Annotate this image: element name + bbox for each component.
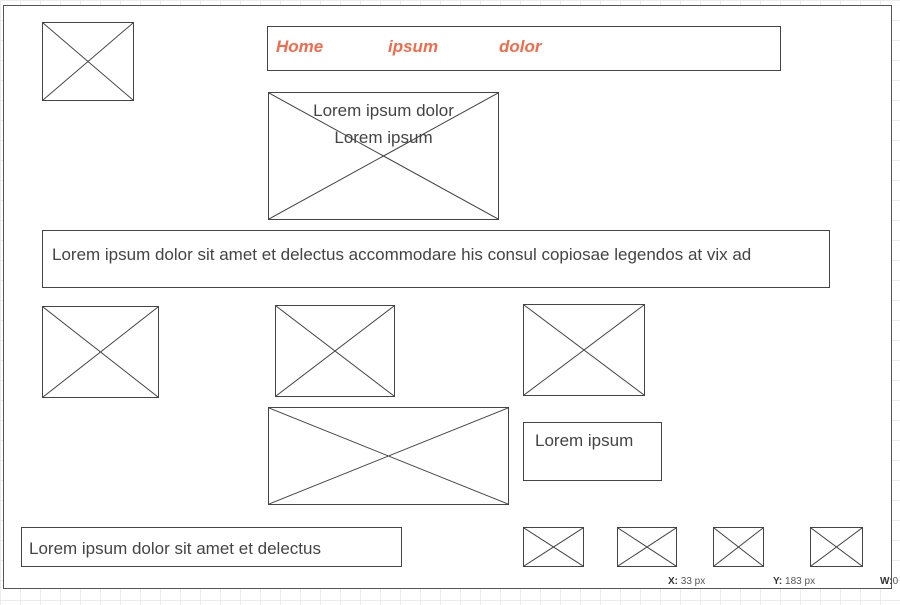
footer-image-3[interactable] xyxy=(713,527,764,567)
status-x-label: X: xyxy=(668,576,678,587)
status-y-value: 183 px xyxy=(785,576,816,587)
image-placeholder-icon xyxy=(524,528,583,566)
banner-text-box[interactable]: Lorem ipsum dolor sit amet et delectus a… xyxy=(42,230,830,288)
logo-image-placeholder[interactable] xyxy=(42,22,134,101)
status-y-readout: Y: 183 px xyxy=(773,576,815,587)
image-placeholder-icon xyxy=(43,23,133,100)
banner-text: Lorem ipsum dolor sit amet et delectus a… xyxy=(52,245,752,264)
image-placeholder-icon xyxy=(618,528,676,566)
hero-caption-line-2: Lorem ipsum xyxy=(334,128,433,147)
image-placeholder-icon xyxy=(276,306,394,396)
navigation-bar: Home ipsum dolor xyxy=(267,26,781,71)
gallery-image-1[interactable] xyxy=(42,306,159,398)
status-y-label: Y: xyxy=(773,576,783,587)
image-placeholder-icon xyxy=(269,408,508,504)
status-x-value: 33 px xyxy=(680,576,706,587)
footer-text-box[interactable]: Lorem ipsum dolor sit amet et delectus xyxy=(21,527,402,567)
status-w-value: 0 xyxy=(892,576,899,587)
footer-text: Lorem ipsum dolor sit amet et delectus xyxy=(29,539,321,558)
image-placeholder-icon xyxy=(714,528,763,566)
nav-item-home[interactable]: Home xyxy=(276,37,323,57)
image-placeholder-icon xyxy=(43,307,158,397)
status-w-readout: W:0 xyxy=(880,576,900,587)
footer-image-1[interactable] xyxy=(523,527,584,567)
status-w-label: W: xyxy=(880,576,893,587)
side-text-box[interactable]: Lorem ipsum xyxy=(523,422,662,481)
footer-image-2[interactable] xyxy=(617,527,677,567)
feature-image-placeholder[interactable] xyxy=(268,407,509,505)
gallery-image-2[interactable] xyxy=(275,305,395,397)
nav-item-dolor[interactable]: dolor xyxy=(499,37,542,57)
nav-item-ipsum[interactable]: ipsum xyxy=(388,37,438,57)
side-text: Lorem ipsum xyxy=(535,431,634,450)
footer-image-4[interactable] xyxy=(810,527,863,567)
image-placeholder-icon xyxy=(811,528,862,566)
status-x-readout: X: 33 px xyxy=(668,576,705,587)
image-placeholder-icon xyxy=(524,305,644,395)
hero-caption-line-1: Lorem ipsum dolor xyxy=(313,101,454,120)
hero-image-placeholder[interactable]: Lorem ipsum dolor Lorem ipsum xyxy=(268,92,499,220)
gallery-image-3[interactable] xyxy=(523,304,645,396)
